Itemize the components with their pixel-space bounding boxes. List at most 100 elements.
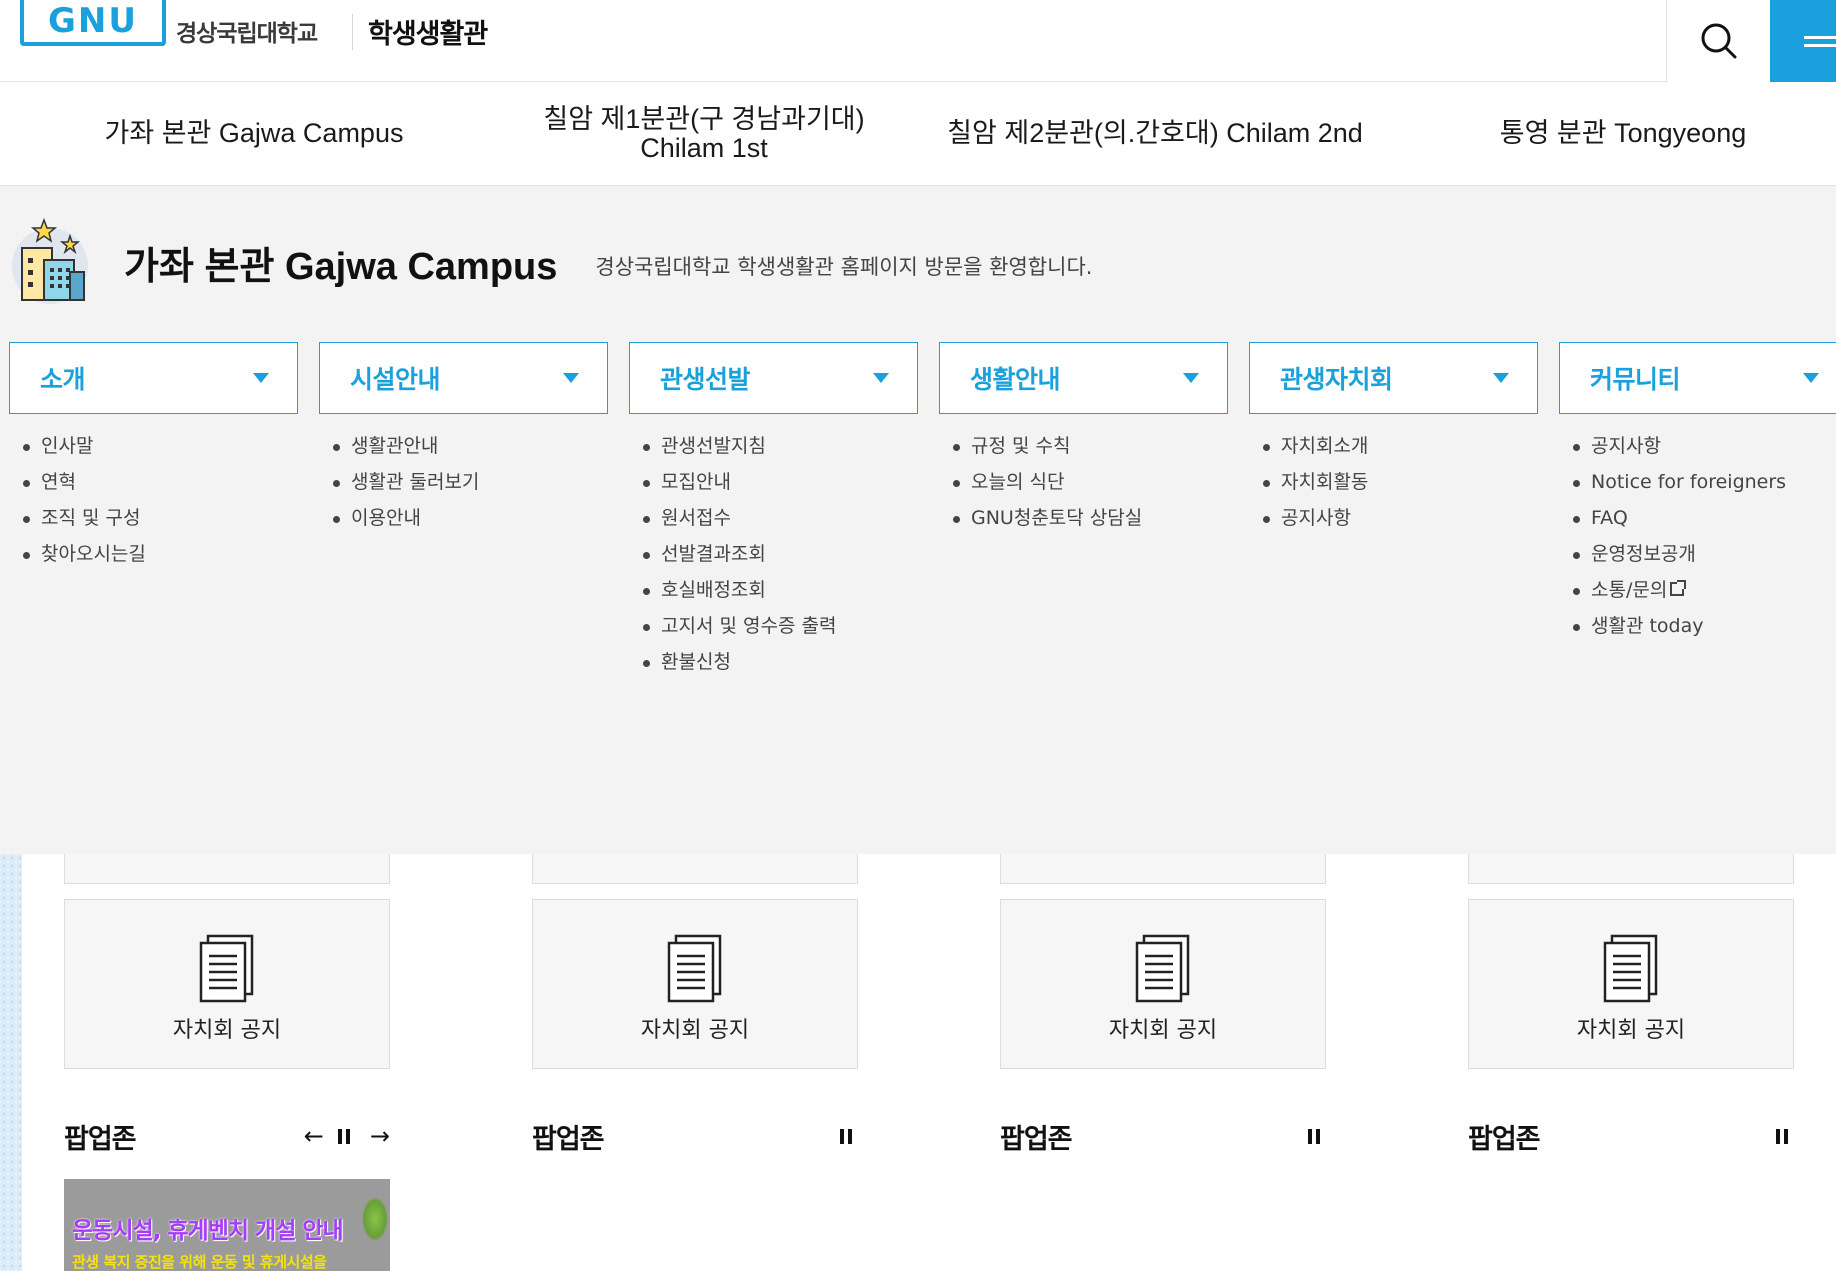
caret-down-icon (253, 373, 269, 383)
popup-zone-header: 팝업존 ← → (64, 1116, 390, 1156)
tab-chilam-1st[interactable]: 칠암 제1분관(구 경남과기대) Chilam 1st (508, 82, 900, 185)
pause-icon[interactable] (1776, 1128, 1794, 1144)
mega-menu: 가좌 본관 Gajwa Campus 경상국립대학교 학생생활관 홈페이지 방문… (0, 186, 1836, 854)
pause-icon[interactable] (337, 1128, 356, 1144)
site-title[interactable]: 학생생활관 (368, 12, 488, 51)
external-link-icon (1670, 580, 1687, 596)
menu-head-label: 관생자치회 (1280, 365, 1393, 394)
menu-item[interactable]: 찾아오시는길 (23, 536, 298, 572)
menu-item[interactable]: 조직 및 구성 (23, 500, 298, 536)
menu-head-label: 시설안내 (350, 365, 441, 394)
menu-item[interactable]: 운영정보공개 (1573, 536, 1836, 572)
hamburger-menu-button[interactable] (1770, 0, 1836, 82)
menu-item[interactable]: 고지서 및 영수증 출력 (643, 608, 918, 644)
menu-head-living-guide[interactable]: 생활안내 (939, 342, 1228, 414)
menu-item[interactable]: 공지사항 (1573, 428, 1836, 464)
tab-gajwa-campus[interactable]: 가좌 본관 Gajwa Campus (0, 82, 508, 185)
menu-column-intro: 소개 인사말 연혁 조직 및 구성 찾아오시는길 (9, 342, 298, 680)
menu-item[interactable]: FAQ (1573, 500, 1836, 536)
card-top-stub (1000, 854, 1326, 884)
campus-title: 가좌 본관 Gajwa Campus (124, 245, 558, 288)
search-button[interactable] (1666, 0, 1770, 82)
leaf-decoration (362, 1197, 388, 1241)
popup-zone-title: 팝업존 (532, 1123, 605, 1155)
council-notice-card[interactable]: 자치회 공지 (1468, 899, 1794, 1069)
council-notice-card[interactable]: 자치회 공지 (64, 899, 390, 1069)
menu-item[interactable]: Notice for foreigners (1573, 464, 1836, 500)
menu-item[interactable]: 모집안내 (643, 464, 918, 500)
card-top-stub (1468, 854, 1794, 884)
menu-item[interactable]: GNU청춘토닥 상담실 (953, 500, 1228, 536)
content-panel: 자치회 공지 팝업존 ← → 운동시설, 휴게벤치 개설 안내 관생 복지 증진… (22, 854, 490, 1271)
document-icon (1135, 934, 1190, 1003)
popup-banner[interactable]: 운동시설, 휴게벤치 개설 안내 관생 복지 증진을 위해 운동 및 휴게시설을 (64, 1179, 390, 1271)
arrow-right-icon[interactable]: → (370, 1124, 390, 1148)
header-divider (352, 14, 353, 50)
pause-icon[interactable] (840, 1128, 858, 1144)
university-logo[interactable]: GNU 경상국립대학교 (20, 0, 318, 50)
menu-column-facilities: 시설안내 생활관안내 생활관 둘러보기 이용안내 (319, 342, 608, 680)
lower-content: 자치회 공지 팝업존 ← → 운동시설, 휴게벤치 개설 안내 관생 복지 증진… (0, 854, 1836, 1271)
popup-controls (1776, 1128, 1794, 1144)
menu-column-community: 커뮤니티 공지사항 Notice for foreigners FAQ 운영정보… (1559, 342, 1836, 680)
tab-tongyeong[interactable]: 통영 분관 Tongyeong (1410, 82, 1836, 185)
menu-head-intro[interactable]: 소개 (9, 342, 298, 414)
search-icon (1701, 23, 1736, 59)
menu-item[interactable]: 생활관 today (1573, 608, 1836, 644)
menu-item[interactable]: 인사말 (23, 428, 298, 464)
menu-column-selection: 관생선발 관생선발지침 모집안내 원서접수 선발결과조회 호실배정조회 고지서 … (629, 342, 918, 680)
menu-item-label: 소통/문의 (1591, 579, 1668, 601)
banner-subtext: 관생 복지 증진을 위해 운동 및 휴게시설을 (72, 1253, 327, 1271)
card-label: 자치회 공지 (172, 1018, 282, 1043)
menu-item[interactable]: 이용안내 (333, 500, 608, 536)
card-label: 자치회 공지 (1108, 1018, 1218, 1043)
arrow-left-icon[interactable]: ← (304, 1124, 324, 1148)
gnu-logo-mark: GNU (20, 0, 166, 46)
menu-item[interactable]: 원서접수 (643, 500, 918, 536)
popup-zone-header: 팝업존 (1468, 1116, 1794, 1156)
popup-controls (1308, 1128, 1326, 1144)
council-notice-card[interactable]: 자치회 공지 (1000, 899, 1326, 1069)
popup-zone-title: 팝업존 (64, 1123, 137, 1155)
popup-zone-title: 팝업존 (1468, 1123, 1541, 1155)
menu-item[interactable]: 생활관안내 (333, 428, 608, 464)
welcome-message: 경상국립대학교 학생생활관 홈페이지 방문을 환영합니다. (595, 255, 1093, 279)
banner-headline: 운동시설, 휴게벤치 개설 안내 (72, 1218, 344, 1244)
menu-head-selection[interactable]: 관생선발 (629, 342, 918, 414)
menu-item[interactable]: 호실배정조회 (643, 572, 918, 608)
university-name: 경상국립대학교 (176, 21, 318, 47)
menu-item[interactable]: 선발결과조회 (643, 536, 918, 572)
document-icon (667, 934, 722, 1003)
menu-item[interactable]: 생활관 둘러보기 (333, 464, 608, 500)
menu-column-council: 관생자치회 자치회소개 자치회활동 공지사항 (1249, 342, 1538, 680)
council-notice-card[interactable]: 자치회 공지 (532, 899, 858, 1069)
menu-head-council[interactable]: 관생자치회 (1249, 342, 1538, 414)
card-label: 자치회 공지 (640, 1018, 750, 1043)
menu-item[interactable]: 규정 및 수칙 (953, 428, 1228, 464)
menu-columns: 소개 인사말 연혁 조직 및 구성 찾아오시는길 시설안내 생활관안내 생활관 … (9, 342, 1836, 680)
menu-item[interactable]: 오늘의 식단 (953, 464, 1228, 500)
caret-down-icon (1803, 373, 1819, 383)
menu-head-label: 소개 (40, 365, 86, 394)
menu-item[interactable]: 자치회소개 (1263, 428, 1538, 464)
menu-item[interactable]: 관생선발지침 (643, 428, 918, 464)
pause-icon[interactable] (1308, 1128, 1326, 1144)
tab-chilam-2nd[interactable]: 칠암 제2분관(의.간호대) Chilam 2nd (900, 82, 1410, 185)
content-panel: 자치회 공지 팝업존 (958, 854, 1426, 1271)
caret-down-icon (563, 373, 579, 383)
menu-head-label: 커뮤니티 (1590, 365, 1681, 394)
campus-building-icon (12, 218, 88, 304)
menu-item[interactable]: 연혁 (23, 464, 298, 500)
popup-zone-header: 팝업존 (1000, 1116, 1326, 1156)
caret-down-icon (1493, 373, 1509, 383)
menu-item[interactable]: 공지사항 (1263, 500, 1538, 536)
caret-down-icon (873, 373, 889, 383)
menu-item-contact[interactable]: 소통/문의 (1573, 572, 1836, 608)
card-top-stub (532, 854, 858, 884)
menu-head-label: 관생선발 (660, 365, 751, 394)
menu-head-community[interactable]: 커뮤니티 (1559, 342, 1836, 414)
menu-item[interactable]: 환불신청 (643, 644, 918, 680)
site-header: GNU 경상국립대학교 학생생활관 (0, 0, 1836, 82)
menu-item[interactable]: 자치회활동 (1263, 464, 1538, 500)
menu-head-facilities[interactable]: 시설안내 (319, 342, 608, 414)
